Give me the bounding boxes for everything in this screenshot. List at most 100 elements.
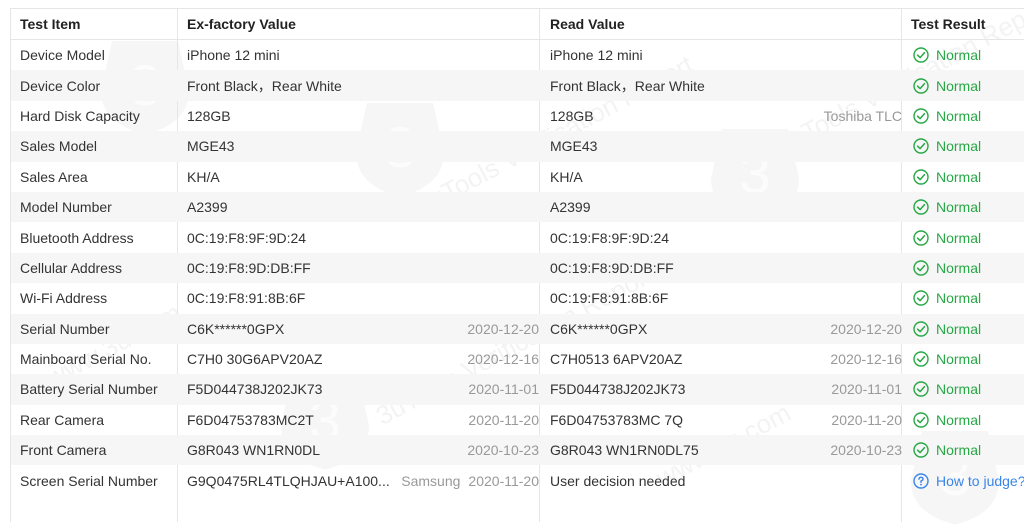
table-row: Model Number A2399 A2399 Normal — [11, 191, 1024, 223]
table-row: Front Camera G8R043 WN1RN0DL 2020-10-23 G8R… — [11, 435, 1024, 466]
ex-factory-value: F6D04753783MC2T — [187, 411, 314, 428]
read-value: Front Black，Rear White — [550, 77, 705, 94]
result-status: Normal — [911, 169, 981, 185]
test-item-label: Sales Model — [20, 131, 178, 161]
result-text: Normal — [936, 47, 982, 64]
read-value-cell: KH/A — [550, 162, 902, 192]
result-text: Normal — [936, 77, 982, 94]
test-item-text: Bluetooth Address — [20, 229, 134, 246]
table-body: Device Model iPhone 12 mini iPhone 12 mini… — [11, 40, 1024, 496]
check-circle-icon — [911, 138, 936, 155]
ex-factory-value-cell: 0C:19:F8:9D:DB:FF — [187, 253, 539, 283]
ex-factory-value-cell: MGE43 — [187, 131, 539, 161]
test-item-label: Serial Number — [20, 314, 178, 344]
test-item-label: Cellular Address — [20, 253, 178, 283]
ex-factory-value-cell: KH/A — [187, 162, 539, 192]
result-status: Normal — [911, 260, 981, 276]
ex-factory-value-cell: iPhone 12 mini — [187, 40, 539, 70]
table-row: Hard Disk Capacity 128GB 128GB Toshiba TLC N… — [11, 101, 1024, 131]
ex-factory-value-cell: G9Q0475RL4TLQHJAU+A100... Samsung 2020-11-… — [187, 465, 539, 495]
test-item-label: Device Model — [20, 40, 178, 70]
header-test-item[interactable]: Test Item — [20, 9, 178, 39]
ex-factory-value-cell: C7H0 30G6APV20AZ 2020-12-16 — [187, 344, 539, 374]
check-circle-icon — [911, 381, 936, 398]
ex-factory-value-cell: 0C:19:F8:9F:9D:24 — [187, 222, 539, 252]
how-to-judge-link[interactable]: How to judge? — [911, 473, 1024, 489]
test-item-label: Hard Disk Capacity — [20, 101, 178, 131]
read-value-cell: 0C:19:F8:9F:9D:24 — [550, 222, 902, 252]
table-row: Battery Serial Number F5D044738J202JK73 20… — [11, 374, 1024, 405]
test-item-text: Sales Area — [20, 168, 88, 185]
read-value: A2399 — [550, 199, 591, 216]
check-circle-icon — [911, 290, 936, 307]
read-value: G8R043 WN1RN0DL75 — [550, 442, 699, 459]
read-value: 0C:19:F8:9F:9D:24 — [550, 229, 670, 246]
test-item-text: Mainboard Serial No. — [20, 351, 152, 368]
ex-factory-value: G8R043 WN1RN0DL — [187, 442, 321, 459]
result-status: Normal — [911, 412, 981, 428]
table-row: Bluetooth Address 0C:19:F8:9F:9D:24 0C:19:… — [11, 222, 1024, 252]
test-result-cell: Normal — [911, 344, 1024, 374]
test-result-cell: Normal — [911, 70, 1024, 100]
read-value-meta: 2020-11-20 — [831, 412, 902, 428]
result-text: Normal — [936, 138, 982, 155]
read-value-date: 2020-12-20 — [830, 320, 902, 337]
table-row: Serial Number C6K******0GPX 2020-12-20 C6K*… — [11, 313, 1024, 344]
ex-factory-value: C6K******0GPX — [187, 320, 285, 337]
ex-factory-value-cell: A2399 — [187, 192, 539, 222]
ex-factory-value-cell: 0C:19:F8:91:8B:6F — [187, 283, 539, 313]
table-row: Rear Camera F6D04753783MC2T 2020-11-20 F6D0… — [11, 405, 1024, 435]
read-value-cell: 0C:19:F8:9D:DB:FF — [550, 253, 902, 283]
test-item-text: Rear Camera — [20, 411, 105, 428]
header-ex-factory-value[interactable]: Ex-factory Value — [187, 9, 539, 39]
test-result-cell: Normal — [911, 253, 1024, 283]
test-result-cell[interactable]: How to judge? — [911, 465, 1024, 495]
ex-factory-value: iPhone 12 mini — [187, 47, 280, 64]
ex-factory-value: 0C:19:F8:9F:9D:24 — [187, 229, 307, 246]
header-test-result[interactable]: Test Result — [911, 9, 1024, 39]
ex-factory-value: 0C:19:F8:91:8B:6F — [187, 290, 306, 307]
read-value: iPhone 12 mini — [550, 47, 643, 64]
result-text: Normal — [936, 229, 982, 246]
ex-factory-meta: Samsung 2020-11-20 — [401, 473, 539, 489]
ex-factory-meta: 2020-12-20 — [467, 321, 539, 337]
result-status: Normal — [911, 108, 981, 124]
test-item-text: Serial Number — [20, 320, 110, 337]
result-status: Normal — [911, 321, 981, 337]
table-row: Sales Area KH/A KH/A Normal — [11, 162, 1024, 192]
test-result-cell: Normal — [911, 192, 1024, 222]
read-value-meta: 2020-11-01 — [831, 381, 902, 397]
check-circle-icon — [911, 169, 936, 185]
result-status: Normal — [911, 138, 981, 154]
read-value: KH/A — [550, 168, 583, 185]
test-item-text: Front Camera — [20, 442, 107, 459]
read-value-date: 2020-12-16 — [830, 351, 902, 368]
check-circle-icon — [911, 108, 936, 124]
result-status: Normal — [911, 290, 981, 306]
header-read-value[interactable]: Read Value — [550, 9, 902, 39]
test-item-text: Hard Disk Capacity — [20, 107, 140, 124]
result-text: Normal — [936, 351, 982, 368]
ex-factory-meta: 2020-12-16 — [467, 351, 539, 367]
read-value-cell: MGE43 — [550, 131, 902, 161]
ex-factory-date: 2020-12-16 — [467, 351, 539, 368]
read-value: MGE43 — [550, 138, 598, 155]
check-circle-icon — [911, 442, 936, 458]
table-row: Sales Model MGE43 MGE43 Normal — [11, 131, 1024, 162]
table-row: Wi-Fi Address 0C:19:F8:91:8B:6F 0C:19:F8:9… — [11, 283, 1024, 313]
ex-factory-date: 2020-11-01 — [468, 381, 539, 398]
read-value: User decision needed — [550, 472, 686, 489]
read-value-cell: F5D044738J202JK73 2020-11-01 — [550, 374, 902, 404]
ex-factory-value: A2399 — [187, 199, 228, 216]
test-result-cell: Normal — [911, 162, 1024, 192]
test-item-label: Device Color — [20, 70, 178, 100]
ex-factory-date: 2020-11-20 — [468, 472, 539, 489]
read-value: F6D04753783MC 7Q — [550, 411, 684, 428]
read-value: C7H0513 6APV20AZ — [550, 351, 683, 368]
table-row: Mainboard Serial No. C7H0 30G6APV20AZ 2020… — [11, 344, 1024, 374]
ex-factory-value-cell: F6D04753783MC2T 2020-11-20 — [187, 405, 539, 435]
result-text: Normal — [936, 442, 982, 459]
ex-factory-date: 2020-11-20 — [468, 411, 539, 428]
ex-factory-value-cell: 128GB — [187, 101, 539, 131]
table-row: Screen Serial Number G9Q0475RL4TLQHJAU+A1… — [11, 465, 1024, 495]
